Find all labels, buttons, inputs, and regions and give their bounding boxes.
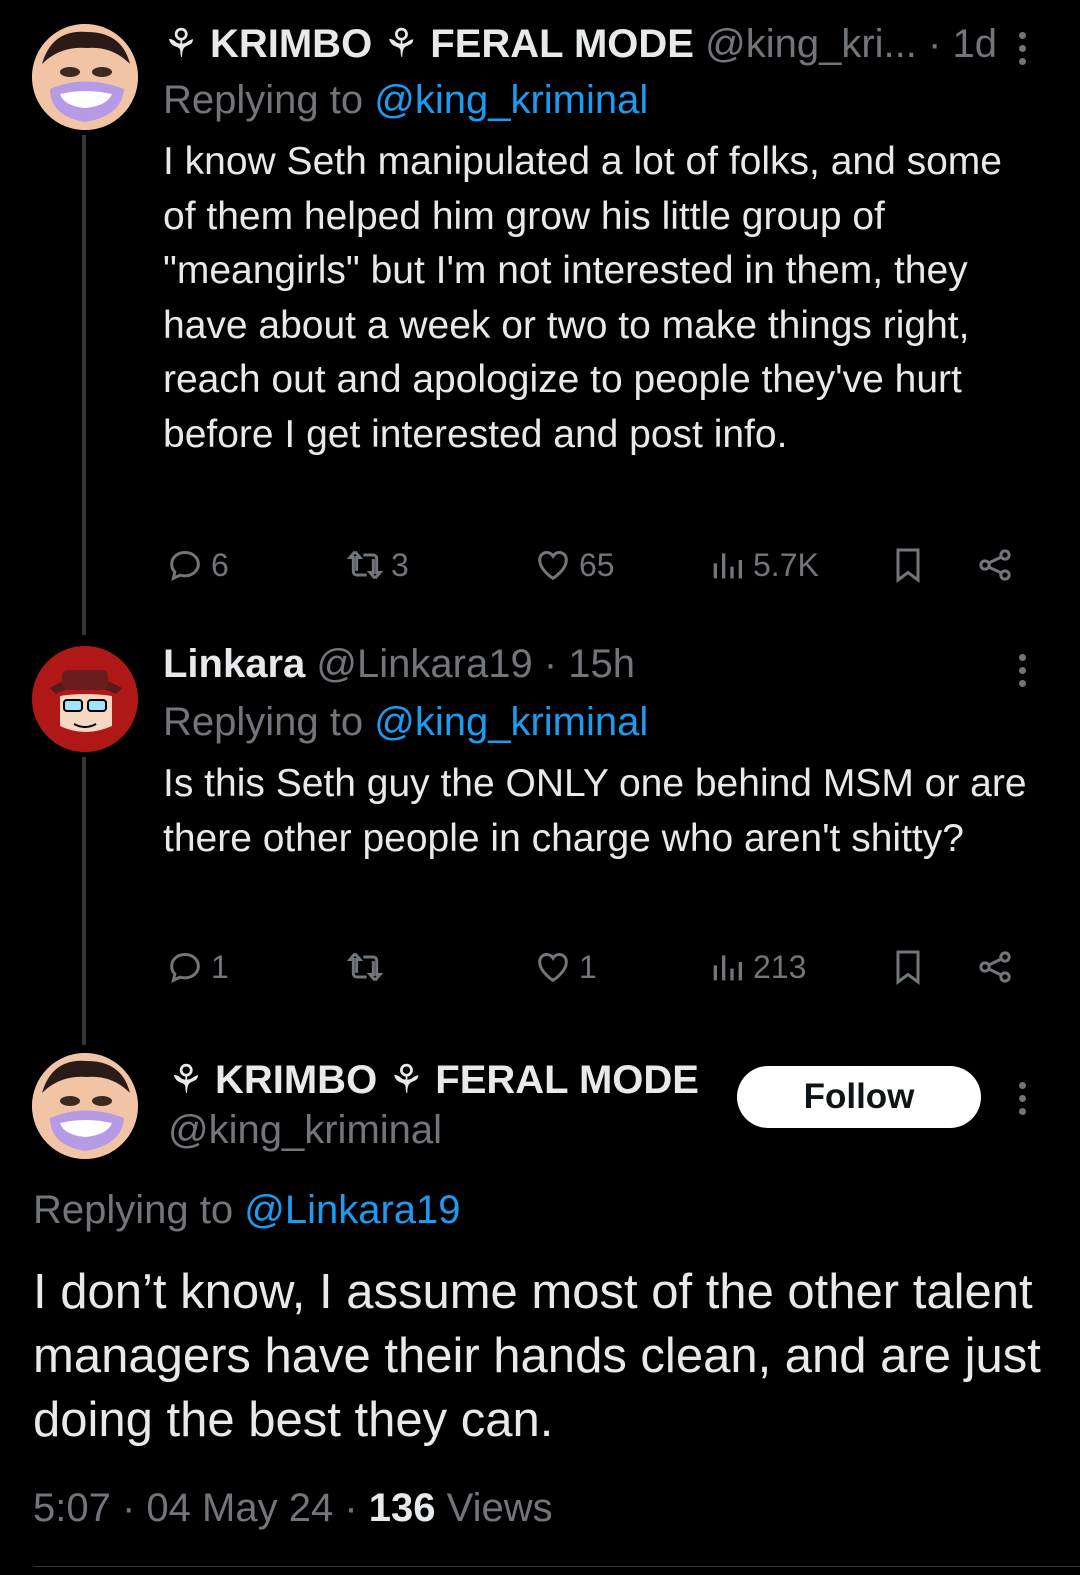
post-time[interactable]: 5:07 [33, 1486, 111, 1530]
replying-to: Replying to @king_kriminal [163, 78, 649, 122]
tweet-meta: 5:07 · 04 May 24 · 136 Views [33, 1486, 553, 1530]
tweet-text: I know Seth manipulated a lot of folks, … [163, 140, 1002, 456]
like-icon [538, 550, 568, 581]
views-button[interactable]: 5.7K [707, 545, 819, 585]
bookmark-icon [896, 548, 920, 583]
handle[interactable]: @king_kri... [705, 22, 917, 66]
tweet-header: ⚘ KRIMBO ⚘ FERAL MODE @king_kri... · 1d [163, 20, 997, 68]
like-count: 65 [579, 546, 615, 583]
retweet-count: 3 [391, 546, 409, 583]
reply-count: 6 [211, 546, 229, 583]
display-name[interactable]: ⚘ KRIMBO ⚘ FERAL MODE [168, 1056, 699, 1104]
reply-icon [170, 952, 200, 983]
thread-connector [82, 135, 86, 635]
replying-to: Replying to @king_kriminal [163, 700, 649, 744]
views-label: Views [446, 1486, 553, 1530]
tweet-actions: 6 3 65 5.7K [165, 545, 1035, 595]
bookmark-button[interactable] [888, 545, 928, 585]
views-count: 213 [753, 948, 807, 985]
like-button[interactable]: 65 [533, 545, 615, 585]
tweet-header: Linkara @Linkara19 · 15h [163, 640, 635, 688]
retweet-button[interactable]: 3 [345, 545, 409, 585]
share-button[interactable] [975, 947, 1015, 987]
views-count: 136 [368, 1486, 436, 1530]
thread-connector [82, 757, 86, 1045]
timestamp[interactable]: · 1d [928, 22, 997, 66]
more-icon[interactable] [1017, 1082, 1027, 1121]
avatar[interactable] [32, 646, 138, 752]
retweet-button[interactable] [345, 947, 391, 987]
reply-button[interactable]: 1 [165, 947, 229, 987]
bookmark-button[interactable] [888, 947, 928, 987]
handle[interactable]: @Linkara19 [316, 642, 532, 686]
mention-link[interactable]: @king_kriminal [374, 78, 648, 122]
timestamp[interactable]: · 15h [544, 642, 635, 686]
reply-button[interactable]: 6 [165, 545, 229, 585]
divider [33, 1566, 1080, 1567]
more-icon[interactable] [1017, 32, 1027, 71]
views-icon [713, 955, 742, 981]
bookmark-icon [896, 950, 920, 985]
post-date[interactable]: 04 May 24 [146, 1486, 333, 1530]
retweet-icon [346, 952, 384, 982]
mention-link[interactable]: @king_kriminal [374, 700, 648, 744]
tweet-text: Is this Seth guy the ONLY one behind MSM… [163, 762, 1027, 860]
mention-link[interactable]: @Linkara19 [244, 1188, 460, 1232]
views-icon [713, 553, 742, 579]
replying-to: Replying to @Linkara19 [33, 1188, 461, 1232]
reply-count: 1 [211, 948, 229, 985]
retweet-icon [346, 550, 384, 580]
tweet-actions: 1 1 213 [165, 947, 1035, 997]
like-button[interactable]: 1 [533, 947, 597, 987]
like-count: 1 [579, 948, 597, 985]
share-button[interactable] [975, 545, 1015, 585]
like-icon [538, 952, 568, 983]
avatar[interactable] [32, 1053, 138, 1159]
display-name[interactable]: ⚘ KRIMBO ⚘ FERAL MODE [163, 22, 694, 66]
display-name[interactable]: Linkara [163, 642, 305, 686]
tweet-text: I don’t know, I assume most of the other… [33, 1265, 1041, 1447]
handle[interactable]: @king_kriminal [168, 1106, 442, 1154]
views-button[interactable]: 213 [707, 947, 806, 987]
more-icon[interactable] [1017, 654, 1027, 693]
follow-button[interactable]: Follow [737, 1066, 981, 1128]
reply-icon [170, 550, 200, 581]
share-icon [979, 549, 1011, 581]
avatar[interactable] [32, 24, 138, 130]
share-icon [979, 951, 1011, 983]
views-count: 5.7K [753, 546, 819, 583]
